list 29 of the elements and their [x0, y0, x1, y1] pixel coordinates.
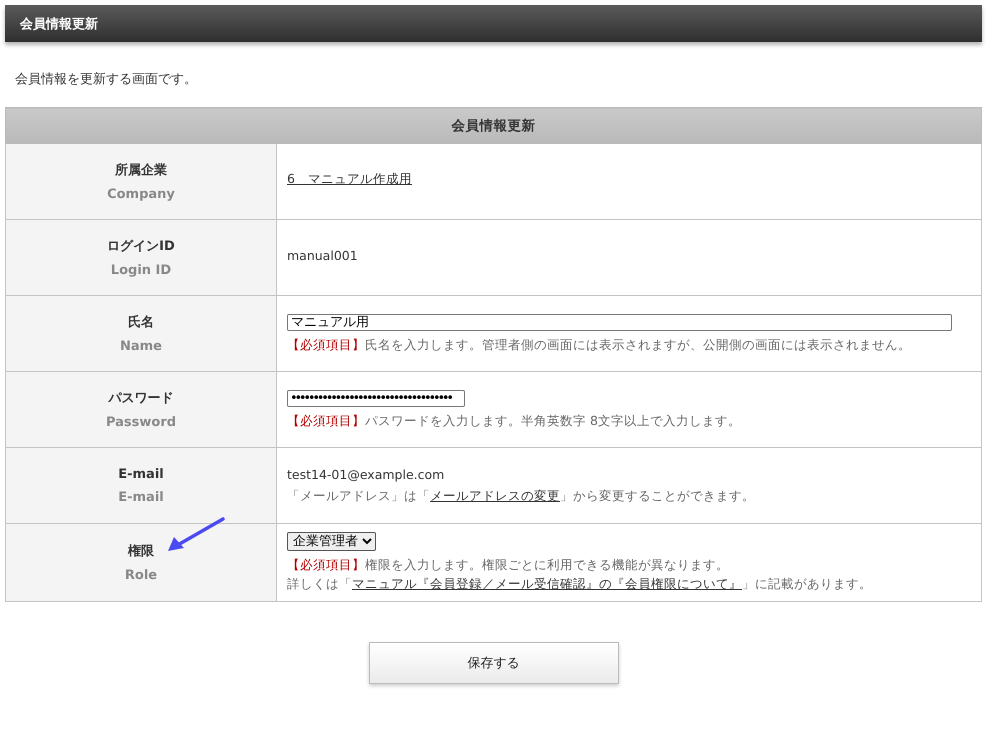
help-text: 【必須項目】パスワードを入力します。半角英数字 8文字以上で入力します。 [287, 412, 742, 430]
help-link[interactable]: マニュアル『会員登録／メール受信確認』の『会員権限について』 [352, 576, 742, 591]
field-label: パスワード [108, 390, 174, 407]
password-field[interactable]: •••••••••••••••••••••••••••••••••••• [287, 390, 465, 406]
field-label-english: Role [124, 568, 158, 583]
page-description: 会員情報を更新する画面です。 [15, 72, 197, 87]
field-label: 権限 [128, 543, 154, 560]
field-label-english: Company [107, 187, 175, 202]
page-title: 会員情報更新 [5, 5, 982, 42]
field-value: test14-01@example.com [287, 466, 444, 482]
field-label-english: Password [106, 415, 176, 430]
help-text: 詳しくは「マニュアル『会員登録／メール受信確認』の『会員権限について』」に記載があります。 [287, 576, 873, 593]
field-label: 所属企業 [115, 162, 167, 179]
input-field[interactable]: マニュアル用 [287, 314, 952, 330]
help-text: 「メールアドレス」は「メールアドレスの変更」から変更することができます。 [287, 488, 756, 504]
field-label: E-mail [118, 467, 164, 482]
company-link[interactable]: 6 マニュアル作成用 [287, 171, 412, 186]
table-header: 会員情報更新 [6, 108, 982, 144]
save-button[interactable]: 保存する [368, 642, 618, 684]
help-text: 【必須項目】権限を入力します。権限ごとに利用できる機能が異なります。 [287, 557, 730, 574]
field-label-english: Name [120, 339, 162, 354]
field-label: 氏名 [128, 314, 154, 331]
field-label-english: E-mail [118, 490, 164, 505]
help-text: 【必須項目】氏名を入力します。管理者側の画面には表示されますが、公開側の画面には表示されません。 [287, 336, 912, 354]
field-label-english: Login ID [110, 263, 172, 278]
role-select[interactable]: 企業管理者 [287, 532, 376, 551]
field-value: manual001 [287, 248, 358, 263]
field-label: ログインID [107, 238, 175, 255]
help-link[interactable]: メールアドレスの変更 [430, 488, 560, 502]
